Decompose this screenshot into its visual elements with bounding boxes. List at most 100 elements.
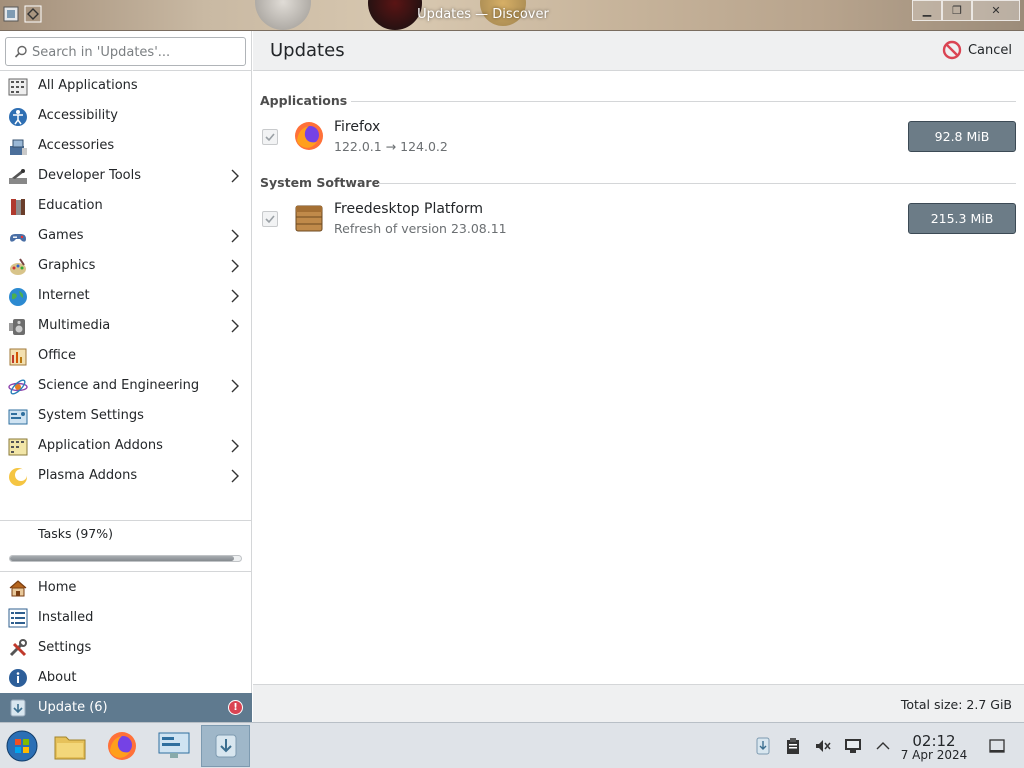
search-box[interactable] <box>5 37 246 66</box>
cancel-button[interactable]: Cancel <box>942 40 1012 60</box>
taskbar-file-manager[interactable] <box>48 725 92 767</box>
sidebar-item-multimedia[interactable]: Multimedia <box>0 311 252 341</box>
sidebar-item-education[interactable]: Education <box>0 191 252 221</box>
update-row[interactable]: Freedesktop Platform Refresh of version … <box>253 196 1024 242</box>
section-divider <box>351 101 1016 102</box>
system-settings-icon <box>8 409 28 425</box>
nav-label: Installed <box>38 610 94 625</box>
update-name: Firefox <box>334 119 381 135</box>
addons-icon <box>8 438 28 456</box>
sidebar-item-label: Education <box>38 198 103 213</box>
games-icon <box>10 234 26 242</box>
update-row[interactable]: Firefox 122.0.1 → 124.0.2 92.8 MiB <box>253 114 1024 160</box>
divider <box>0 571 252 572</box>
cancel-label: Cancel <box>967 42 1012 58</box>
sidebar-item-internet[interactable]: Internet <box>0 281 252 311</box>
info-icon <box>9 669 27 687</box>
divider <box>0 520 252 521</box>
taskbar: 02:12 7 Apr 2024 <box>0 722 1024 768</box>
nav-label: Update (6) <box>38 700 108 715</box>
nav-installed[interactable]: Installed <box>0 603 252 633</box>
sidebar-item-science-and-engineering[interactable]: Science and Engineering <box>0 371 252 401</box>
chevron-right-icon <box>231 229 239 243</box>
update-checkbox[interactable] <box>262 211 278 227</box>
tasks-label[interactable]: Tasks (97%) <box>38 526 113 541</box>
sidebar-item-label: Plasma Addons <box>38 468 138 483</box>
bottom-nav: Home Installed Settings About Update (6)… <box>0 573 252 723</box>
nav-label: About <box>38 670 77 685</box>
firefox-icon <box>108 732 136 760</box>
checkmark-icon <box>265 215 275 224</box>
page-header: Updates Cancel <box>253 31 1024 71</box>
taskbar-system-settings[interactable] <box>152 725 196 767</box>
taskbar-discover[interactable] <box>201 725 250 767</box>
main-content: Updates Cancel Applications Firefox 122.… <box>253 31 1024 722</box>
update-checkbox[interactable] <box>262 129 278 145</box>
update-size-button[interactable]: 215.3 MiB <box>908 203 1016 234</box>
sidebar-item-label: System Settings <box>38 408 144 423</box>
accessories-icon <box>10 139 27 155</box>
sidebar-item-label: Accessibility <box>38 108 118 123</box>
chevron-right-icon <box>231 439 239 453</box>
sidebar: All Applications Accessibility Accessori… <box>0 31 252 723</box>
tools-icon <box>9 639 27 657</box>
folder-icon <box>54 736 86 760</box>
developer-tools-icon <box>9 169 27 184</box>
chevron-right-icon <box>231 379 239 393</box>
network-icon[interactable] <box>844 737 862 755</box>
sidebar-item-label: Science and Engineering <box>38 378 200 393</box>
taskbar-firefox[interactable] <box>100 725 144 767</box>
total-size: Total size: 2.7 GiB <box>900 697 1012 712</box>
nav-about[interactable]: About <box>0 663 252 693</box>
clipboard-icon[interactable] <box>784 737 802 755</box>
chevron-up-icon[interactable] <box>874 737 892 755</box>
system-settings-icon <box>158 732 190 758</box>
update-version: Refresh of version 23.08.11 <box>334 221 507 236</box>
sidebar-item-system-settings[interactable]: System Settings <box>0 401 252 431</box>
sidebar-item-graphics[interactable]: Graphics <box>0 251 252 281</box>
start-menu-button[interactable] <box>0 725 44 767</box>
sidebar-item-developer-tools[interactable]: Developer Tools <box>0 161 252 191</box>
minimize-button[interactable]: ▁ <box>912 0 942 21</box>
start-orb-icon <box>6 730 38 762</box>
volume-muted-icon[interactable] <box>814 737 832 755</box>
page-title: Updates <box>270 40 345 61</box>
sidebar-item-all-applications[interactable]: All Applications <box>0 71 252 101</box>
window-titlebar[interactable]: Updates — Discover ▁ ❐ ✕ <box>0 0 1024 31</box>
maximize-button[interactable]: ❐ <box>942 0 972 21</box>
home-icon <box>9 580 27 597</box>
sidebar-item-accessories[interactable]: Accessories <box>0 131 252 161</box>
search-icon <box>14 45 27 58</box>
nav-update[interactable]: Update (6) ! <box>0 693 252 723</box>
update-notifier-icon[interactable] <box>754 737 772 755</box>
update-size-button[interactable]: 92.8 MiB <box>908 121 1016 152</box>
accessibility-icon <box>9 108 27 126</box>
science-icon <box>8 379 28 395</box>
update-version: 122.0.1 → 124.0.2 <box>334 139 448 154</box>
firefox-icon <box>295 122 323 150</box>
section-heading-applications: Applications <box>260 93 348 108</box>
sidebar-item-label: Accessories <box>38 138 115 153</box>
chevron-right-icon <box>231 169 239 183</box>
grid-icon <box>8 78 28 96</box>
sidebar-item-label: Multimedia <box>38 318 111 333</box>
chevron-right-icon <box>231 469 239 483</box>
list-icon <box>8 608 28 628</box>
close-button[interactable]: ✕ <box>972 0 1020 21</box>
sidebar-item-label: Internet <box>38 288 90 303</box>
chevron-right-icon <box>231 259 239 273</box>
show-desktop-icon[interactable] <box>988 737 1006 755</box>
sidebar-item-accessibility[interactable]: Accessibility <box>0 101 252 131</box>
nav-label: Settings <box>38 640 92 655</box>
sidebar-item-office[interactable]: Office <box>0 341 252 371</box>
clock-date[interactable]: 7 Apr 2024 <box>896 748 972 762</box>
sidebar-item-plasma-addons[interactable]: Plasma Addons <box>0 461 252 491</box>
sidebar-item-application-addons[interactable]: Application Addons <box>0 431 252 461</box>
nav-settings[interactable]: Settings <box>0 633 252 663</box>
nav-home[interactable]: Home <box>0 573 252 603</box>
search-input[interactable] <box>32 42 242 62</box>
update-name: Freedesktop Platform <box>334 201 484 217</box>
sidebar-item-games[interactable]: Games <box>0 221 252 251</box>
internet-icon <box>9 288 27 306</box>
category-list: All Applications Accessibility Accessori… <box>0 71 252 491</box>
